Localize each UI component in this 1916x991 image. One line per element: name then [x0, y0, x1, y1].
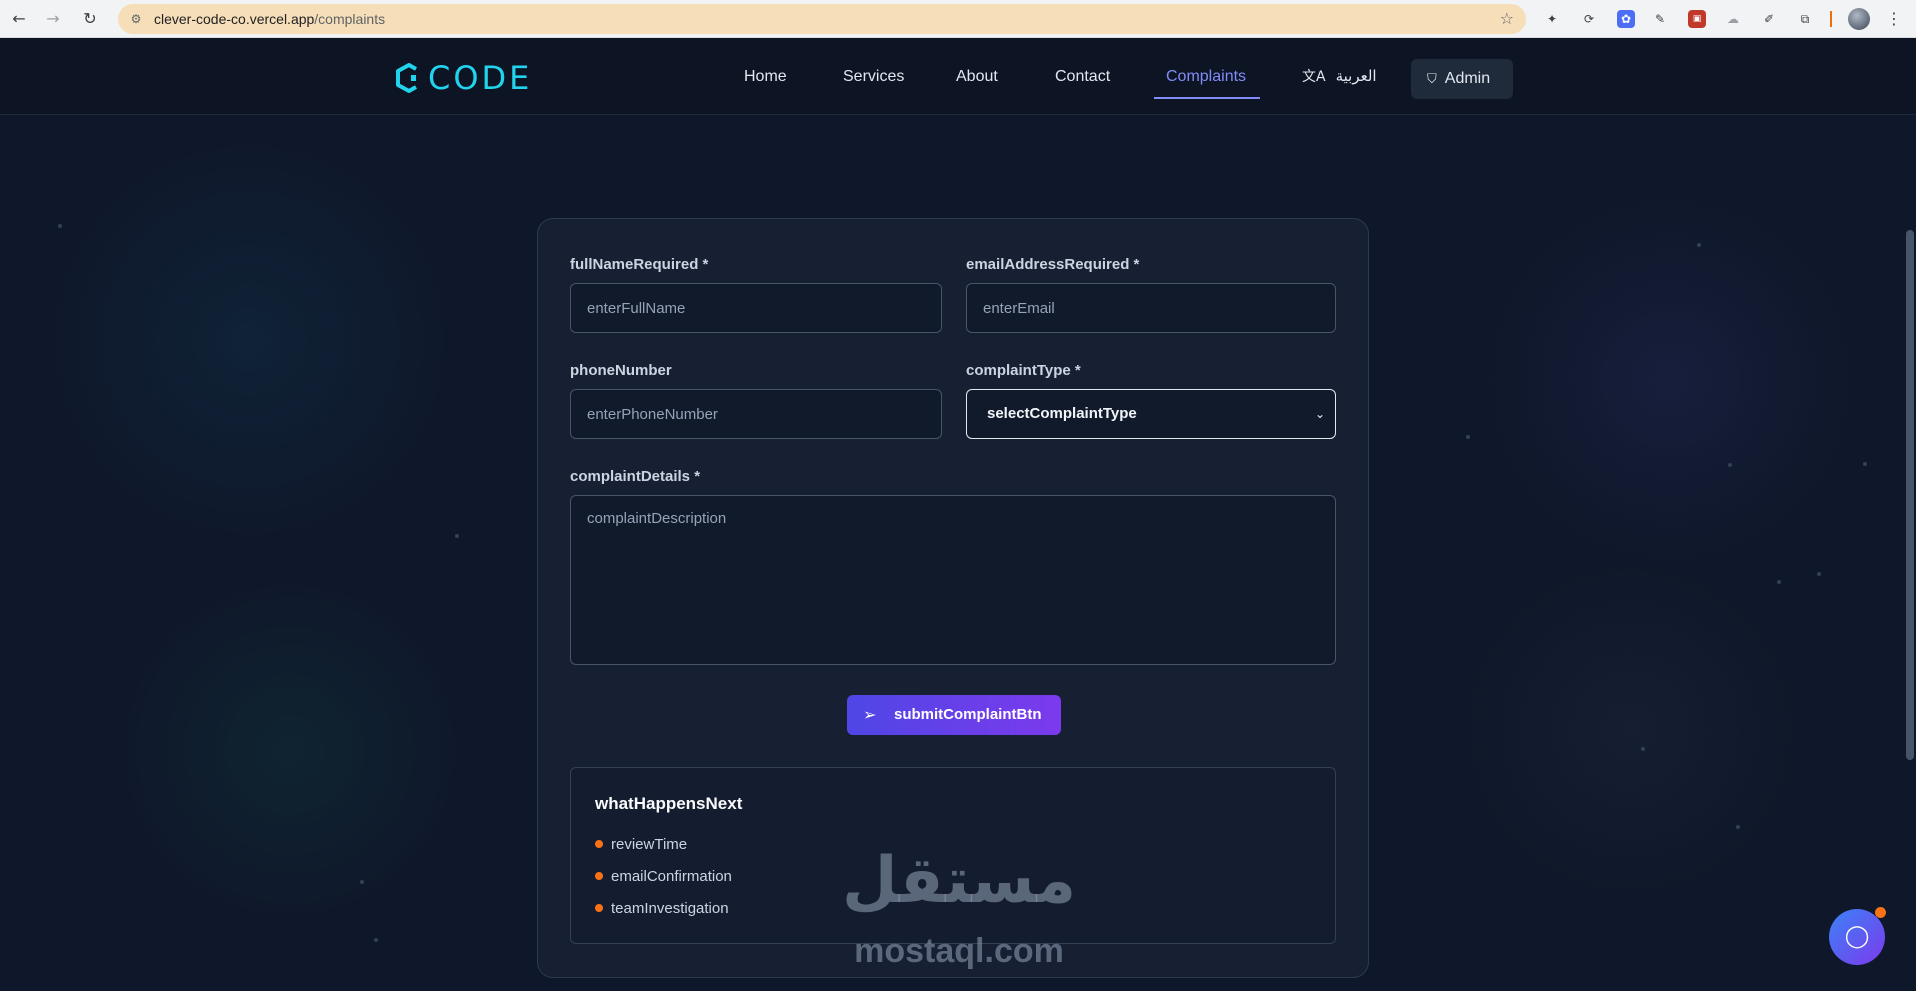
background-dot [1736, 825, 1740, 829]
background-dot [374, 938, 378, 942]
logo-icon[interactable] [392, 63, 422, 93]
full-name-input[interactable] [570, 283, 942, 333]
list-item: teamInvestigation [595, 900, 729, 917]
phone-label: phoneNumber [570, 362, 672, 379]
background-dot [1466, 435, 1470, 439]
panel-title: whatHappensNext [595, 794, 743, 813]
background-glow [1460, 560, 1800, 900]
background-dot [58, 224, 62, 228]
active-nav-indicator [1154, 97, 1260, 99]
puzzle-icon[interactable]: ⧉ [1796, 10, 1814, 28]
star-icon[interactable]: ☆ [1500, 9, 1514, 28]
notification-badge [1875, 907, 1886, 918]
watermark-latin: mostaql.com [854, 932, 1064, 970]
background-dot [1641, 747, 1645, 751]
nav-contact[interactable]: Contact [1055, 68, 1110, 86]
watermark-arabic: مستقل [842, 844, 1077, 918]
chevron-down-icon: ⌄ [1314, 407, 1325, 421]
admin-label: Admin [1444, 70, 1491, 87]
avatar[interactable] [1848, 8, 1870, 30]
address-bar[interactable]: ⚙ clever-code-co.vercel.app/complaints ☆ [118, 4, 1526, 34]
chat-button[interactable]: ◯ [1829, 907, 1886, 965]
extension-icon[interactable]: ⟳ [1580, 10, 1598, 28]
details-label: complaintDetails * [570, 468, 701, 485]
admin-button[interactable]: ⛉ Admin [1411, 59, 1513, 99]
url-text[interactable]: clever-code-co.vercel.app/complaints [154, 11, 385, 27]
scrollbar[interactable] [1906, 230, 1914, 760]
more-menu-icon[interactable]: ⋮ [1886, 8, 1902, 30]
bullet-icon [595, 840, 603, 848]
extension-icon[interactable]: ▣ [1688, 10, 1706, 28]
nav-about[interactable]: About [956, 68, 998, 86]
extension-icon[interactable]: ☁ [1724, 10, 1742, 28]
forward-icon[interactable]: → [40, 6, 66, 32]
extension-icon[interactable]: ✿ [1617, 10, 1635, 28]
background-glow [1480, 190, 1860, 570]
full-name-label: fullNameRequired * [570, 256, 709, 273]
complaint-type-label: complaintType * [966, 362, 1081, 379]
email-label: emailAddressRequired * [966, 256, 1140, 273]
language-label: العربية [1335, 68, 1377, 85]
shield-icon: ⛉ [1427, 72, 1437, 87]
background-dot [360, 880, 364, 884]
send-icon: ➢ [863, 705, 877, 724]
email-field[interactable] [966, 283, 1336, 333]
reload-icon[interactable]: ↻ [77, 6, 103, 32]
extension-icon[interactable]: ✎ [1651, 10, 1669, 28]
background-dot [455, 534, 459, 538]
extension-icon[interactable]: ✦ [1543, 10, 1561, 28]
site-header: CODE Home Services About Contact Complai… [0, 38, 1916, 115]
list-item: reviewTime [595, 836, 687, 853]
submit-complaint-button[interactable]: ➢ submitComplaintBtn [847, 695, 1061, 735]
logo-text[interactable]: CODE [428, 59, 532, 97]
back-icon[interactable]: ← [6, 6, 32, 32]
nav-complaints[interactable]: Complaints [1166, 68, 1246, 86]
background-dot [1697, 243, 1701, 247]
nav-home[interactable]: Home [744, 68, 787, 86]
background-dot [1728, 463, 1732, 467]
eyedropper-icon[interactable]: ✐ [1760, 10, 1778, 28]
complaint-type-select[interactable]: selectComplaintType ⌄ [966, 389, 1336, 439]
bullet-icon [595, 872, 603, 880]
submit-label: submitComplaintBtn [894, 706, 1042, 723]
complaint-type-value: selectComplaintType [987, 405, 1137, 422]
chat-icon: ◯ [1844, 924, 1870, 949]
background-dot [1863, 462, 1867, 466]
browser-toolbar: ← → ↻ ⚙ clever-code-co.vercel.app/compla… [0, 0, 1916, 38]
translate-icon: 文A [1302, 69, 1326, 85]
language-switch[interactable]: 文A العربية [1302, 66, 1377, 86]
background-glow [30, 120, 470, 560]
toolbar-divider [1830, 11, 1832, 27]
background-dot [1777, 580, 1781, 584]
bullet-icon [595, 904, 603, 912]
nav-services[interactable]: Services [843, 68, 904, 86]
phone-input[interactable] [570, 389, 942, 439]
site-info-icon[interactable]: ⚙ [128, 11, 144, 27]
background-dot [1817, 572, 1821, 576]
list-item: emailConfirmation [595, 868, 732, 885]
background-glow [100, 560, 480, 940]
complaint-details-textarea[interactable] [570, 495, 1336, 665]
